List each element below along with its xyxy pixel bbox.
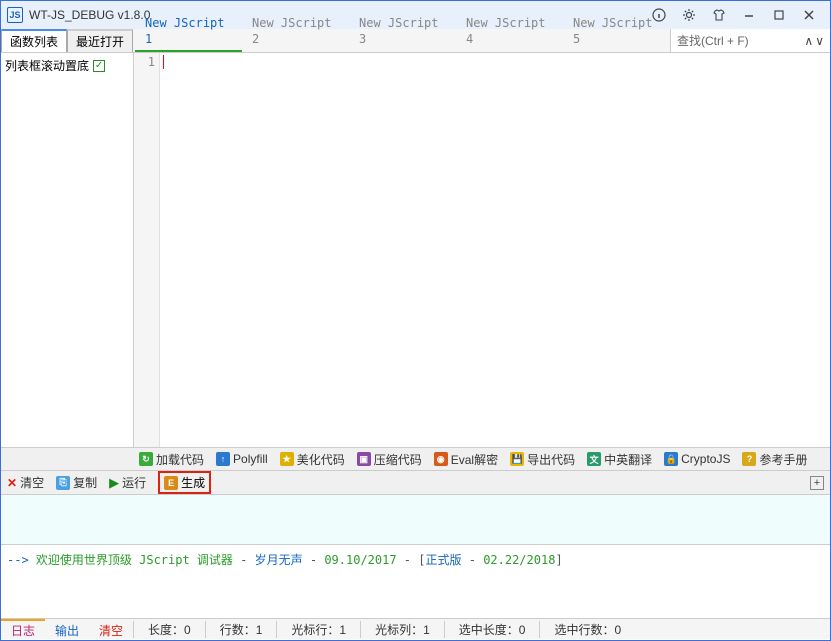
load-code-button[interactable]: ↻加载代码 [139,451,204,468]
tab-recent[interactable]: 最近打开 [67,29,133,52]
maximize-button[interactable] [764,5,794,25]
code-area[interactable] [160,53,830,447]
tab-functions[interactable]: 函数列表 [1,29,67,52]
star-icon: ★ [280,452,294,466]
status-cursor-line: 光标行：1 [276,621,360,638]
crypto-button[interactable]: 🔒CryptoJS [664,452,730,466]
checkbox-icon: ✓ [93,60,105,72]
clear-output-button[interactable]: ✕清空 [7,474,44,491]
settings-icon[interactable] [674,5,704,25]
mid-toolbar: ↻加载代码 ↑Polyfill ★美化代码 ▣压缩代码 ◉Eval解密 💾导出代… [1,447,830,471]
close-button[interactable] [794,5,824,25]
tab-output[interactable]: 输出 [45,619,89,640]
translate-icon: 文 [587,452,601,466]
editor-tab-2[interactable]: New JScript 2 [242,12,349,52]
editor-tab-5[interactable]: New JScript 5 [563,12,670,52]
tab-log[interactable]: 日志 [1,619,45,640]
sidebar-check-label: 列表框滚动置底 [5,57,89,74]
refresh-icon: ↻ [139,452,153,466]
status-length: 长度：0 [133,621,205,638]
translate-button[interactable]: 文中英翻译 [587,451,652,468]
search-input[interactable]: 查找(Ctrl + F) ∧ ∨ [670,29,830,52]
export-button[interactable]: 💾导出代码 [510,451,575,468]
copy-icon: ⎘ [56,476,70,490]
status-sel-length: 选中长度：0 [444,621,540,638]
clear-log-button[interactable]: 清空 [89,619,133,640]
status-sel-lines: 选中行数：0 [539,621,635,638]
minimize-button[interactable] [734,5,764,25]
box-icon: ▣ [357,452,371,466]
compress-button[interactable]: ▣压缩代码 [357,451,422,468]
editor-tab-1[interactable]: New JScript 1 [135,12,242,52]
copy-button[interactable]: ⎘复制 [56,474,97,491]
app-icon: JS [7,7,23,23]
output-toolbar: ✕清空 ⎘复制 ▶运行 E生成 + [1,471,830,495]
status-cursor-col: 光标列：1 [360,621,444,638]
cursor-icon [163,55,164,69]
lock-icon: 🔒 [664,452,678,466]
line-number: 1 [138,55,155,69]
polyfill-button[interactable]: ↑Polyfill [216,452,268,466]
statusbar: 日志 输出 清空 长度：0 行数：1 光标行：1 光标列：1 选中长度：0 选中… [1,619,830,639]
sidebar: 列表框滚动置底 ✓ [1,53,134,447]
editor-tabs: New JScript 1 New JScript 2 New JScript … [135,29,670,52]
eval-button[interactable]: ◉Eval解密 [434,451,498,468]
editor-tab-4[interactable]: New JScript 4 [456,12,563,52]
body: 列表框滚动置底 ✓ 1 [1,53,830,447]
save-icon: 💾 [510,452,524,466]
help-icon: ? [742,452,756,466]
log-panel: --> 欢迎使用世界顶级 JScript 调试器 - 岁月无声 - 09.10/… [1,545,830,619]
editor-tab-3[interactable]: New JScript 3 [349,12,456,52]
beautify-button[interactable]: ★美化代码 [280,451,345,468]
run-button[interactable]: ▶运行 [109,474,146,491]
search-next-icon[interactable]: ∨ [815,34,824,48]
gen-icon: E [164,476,178,490]
top-toolbar: 函数列表 最近打开 New JScript 1 New JScript 2 Ne… [1,29,830,53]
code-editor[interactable]: 1 [134,53,830,447]
help-button[interactable]: ?参考手册 [742,451,807,468]
output-panel[interactable] [1,495,830,545]
window-title: WT-JS_DEBUG v1.8.0 [29,8,150,22]
generate-button[interactable]: E生成 [158,471,211,494]
x-icon: ✕ [7,476,17,490]
scroll-bottom-checkbox[interactable]: 列表框滚动置底 ✓ [5,57,129,74]
search-placeholder: 查找(Ctrl + F) [677,32,749,49]
upload-icon: ↑ [216,452,230,466]
line-gutter: 1 [134,53,160,447]
search-prev-icon[interactable]: ∧ [804,34,813,48]
side-tabs: 函数列表 最近打开 [1,29,133,52]
add-button[interactable]: + [810,476,824,490]
shirt-icon[interactable] [704,5,734,25]
play-icon: ▶ [109,475,119,491]
shield-icon: ◉ [434,452,448,466]
status-lines: 行数：1 [205,621,277,638]
